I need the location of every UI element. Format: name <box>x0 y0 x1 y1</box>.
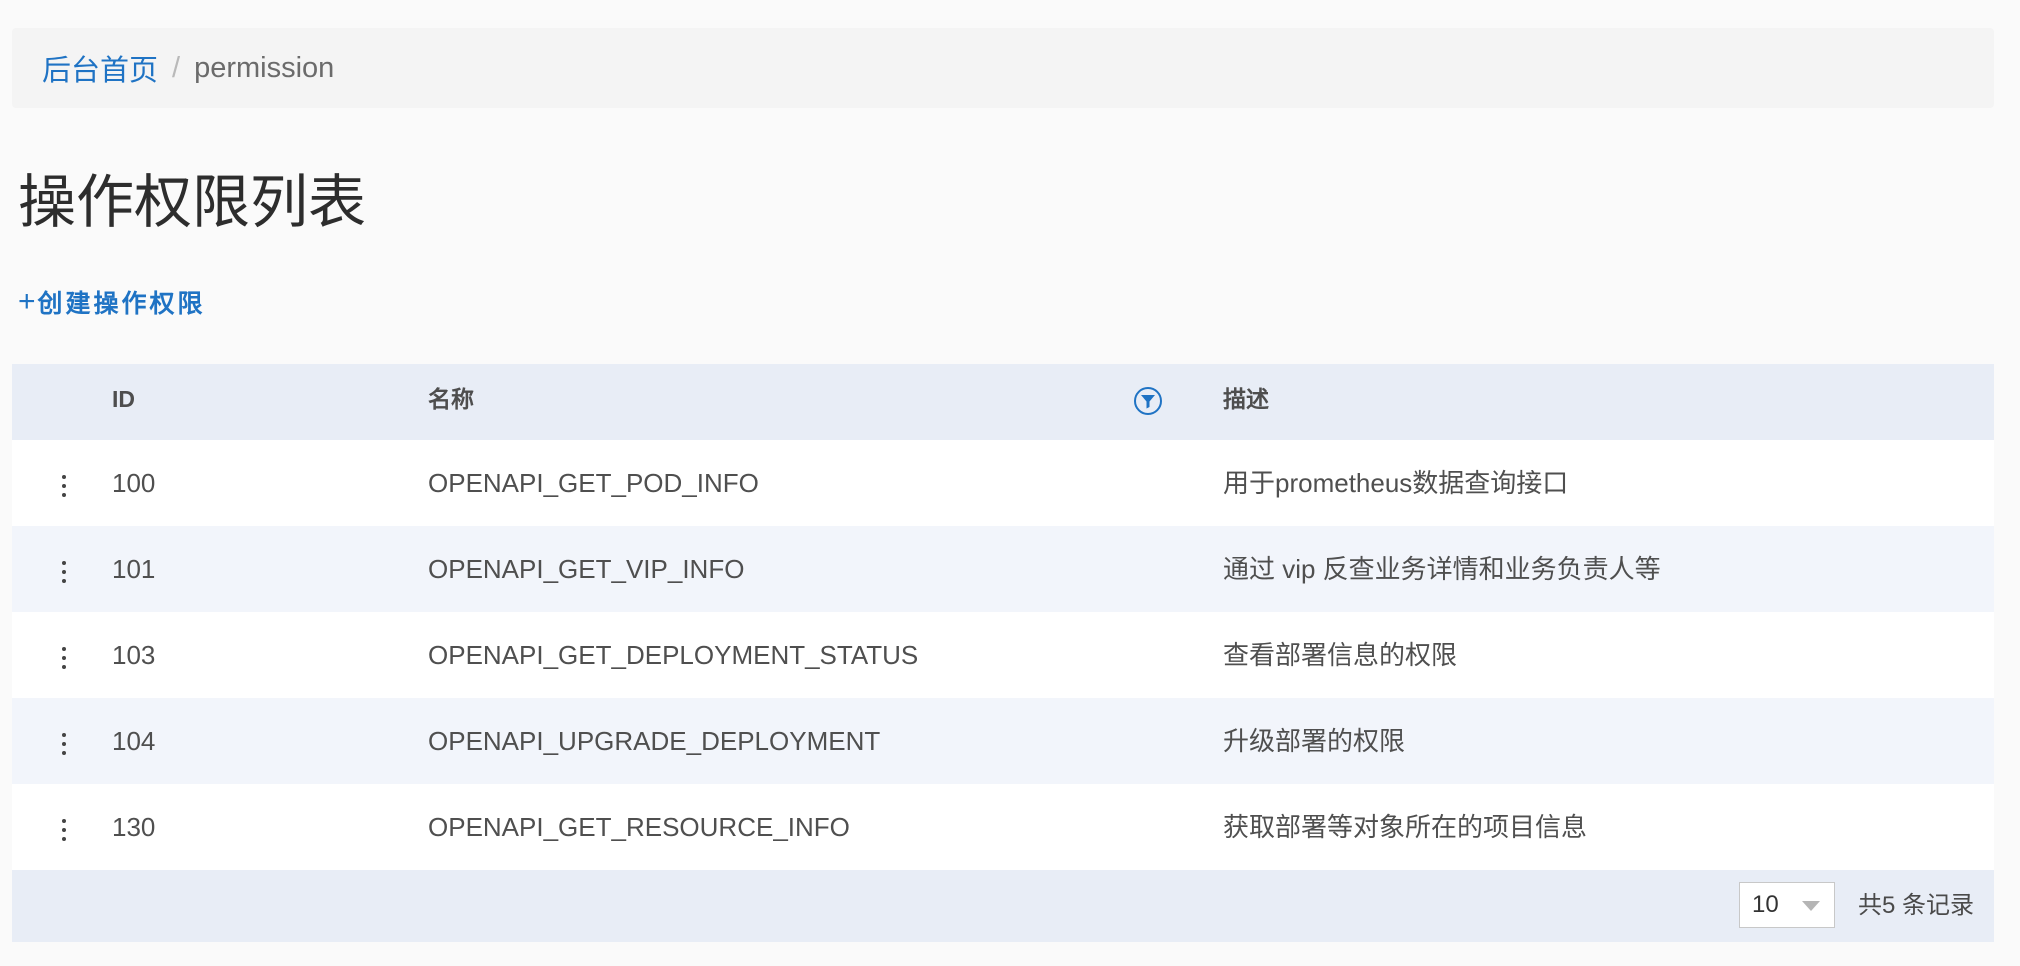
table-header: ID 名称 描述 <box>12 364 1994 440</box>
row-description: 用于prometheus数据查询接口 <box>1223 468 1569 498</box>
column-header-id[interactable]: ID <box>112 364 135 440</box>
row-name: OPENAPI_GET_VIP_INFO <box>428 554 745 584</box>
filter-icon[interactable] <box>1133 386 1163 416</box>
table-footer: 10 共5 条记录 <box>12 870 1994 942</box>
row-name: OPENAPI_UPGRADE_DEPLOYMENT <box>428 726 881 756</box>
row-id: 104 <box>112 726 156 756</box>
table-row: 130 OPENAPI_GET_RESOURCE_INFO 获取部署等对象所在的… <box>12 784 1994 870</box>
plus-icon: + <box>18 285 36 318</box>
row-description: 查看部署信息的权限 <box>1223 640 1458 670</box>
row-id: 101 <box>112 554 156 584</box>
page-title: 操作权限列表 <box>18 170 367 235</box>
total-records: 共5 条记录 <box>1858 892 1975 919</box>
row-actions-kebab-icon[interactable] <box>48 698 80 784</box>
row-actions-kebab-icon[interactable] <box>48 612 80 698</box>
chevron-down-icon <box>1802 901 1820 911</box>
column-header-name[interactable]: 名称 <box>428 364 474 440</box>
permission-table: ID 名称 描述 100 OPENAPI_GET_POD_INFO 用于prom… <box>12 364 1994 942</box>
breadcrumb-home-link[interactable]: 后台首页 <box>42 47 158 89</box>
create-permission-label: 创建操作权限 <box>37 290 206 318</box>
row-id: 130 <box>112 812 156 842</box>
breadcrumb-separator: / <box>172 51 181 84</box>
row-description: 升级部署的权限 <box>1223 726 1406 756</box>
create-permission-button[interactable]: + 创建操作权限 <box>18 284 206 320</box>
row-description: 获取部署等对象所在的项目信息 <box>1223 812 1588 842</box>
table-row: 100 OPENAPI_GET_POD_INFO 用于prometheus数据查… <box>12 440 1994 526</box>
column-header-description[interactable]: 描述 <box>1223 364 1269 440</box>
row-description: 通过 vip 反查业务详情和业务负责人等 <box>1223 554 1661 584</box>
table-row: 101 OPENAPI_GET_VIP_INFO 通过 vip 反查业务详情和业… <box>12 526 1994 612</box>
row-name: OPENAPI_GET_RESOURCE_INFO <box>428 812 850 842</box>
table-row: 104 OPENAPI_UPGRADE_DEPLOYMENT 升级部署的权限 <box>12 698 1994 784</box>
row-name: OPENAPI_GET_POD_INFO <box>428 468 759 498</box>
row-id: 103 <box>112 640 156 670</box>
page-size-value: 10 <box>1752 891 1779 918</box>
page: 后台首页 / permission 操作权限列表 + 创建操作权限 ID 名称 … <box>0 0 2020 966</box>
table-row: 103 OPENAPI_GET_DEPLOYMENT_STATUS 查看部署信息… <box>12 612 1994 698</box>
row-id: 100 <box>112 468 156 498</box>
row-actions-kebab-icon[interactable] <box>48 526 80 612</box>
page-size-select[interactable]: 10 <box>1739 882 1835 928</box>
breadcrumb-current: permission <box>194 51 335 84</box>
breadcrumb: 后台首页 / permission <box>12 28 1994 108</box>
row-actions-kebab-icon[interactable] <box>48 784 80 870</box>
row-name: OPENAPI_GET_DEPLOYMENT_STATUS <box>428 640 919 670</box>
row-actions-kebab-icon[interactable] <box>48 440 80 526</box>
